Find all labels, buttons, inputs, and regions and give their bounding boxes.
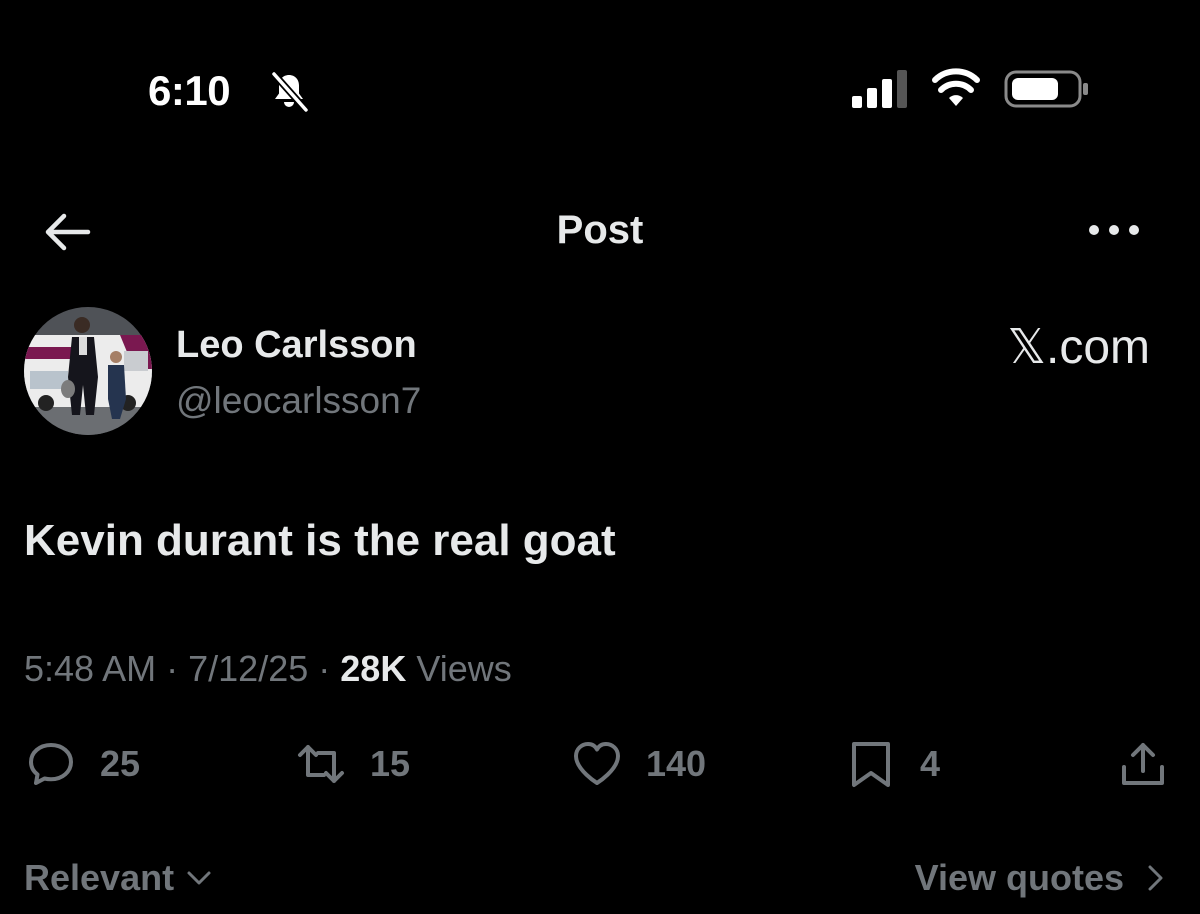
repost-count: 15 bbox=[370, 743, 411, 784]
arrow-left-icon[interactable] bbox=[40, 208, 92, 256]
views-label[interactable]: Views bbox=[416, 648, 511, 689]
share-button[interactable] bbox=[1118, 734, 1168, 794]
post-date: 7/12/25 bbox=[188, 648, 309, 689]
more-horizontal-icon[interactable] bbox=[1086, 220, 1142, 240]
reply-count: 25 bbox=[100, 743, 141, 784]
heart-icon bbox=[574, 742, 620, 785]
post-text: Kevin durant is the real goat bbox=[24, 516, 616, 565]
meta-separator: · bbox=[166, 648, 179, 689]
x-com-watermark: 𝕏.com bbox=[1007, 321, 1150, 374]
view-quotes-link[interactable]: View quotes bbox=[880, 854, 1170, 902]
cellular-signal-icon bbox=[852, 70, 907, 108]
views-count[interactable]: 28K bbox=[340, 648, 406, 689]
author-handle[interactable]: @leocarlsson7 bbox=[176, 378, 421, 424]
post-time: 5:48 AM bbox=[24, 648, 157, 689]
chevron-right-icon bbox=[1148, 865, 1163, 891]
bookmark-button[interactable]: 4 bbox=[846, 734, 940, 794]
page-title: Post bbox=[556, 208, 644, 252]
sort-label: Relevant bbox=[24, 857, 175, 898]
wifi-icon bbox=[932, 68, 980, 106]
like-button[interactable]: 140 bbox=[572, 734, 706, 794]
meta-separator: · bbox=[318, 648, 331, 689]
bookmark-icon bbox=[852, 742, 890, 787]
like-count: 140 bbox=[646, 743, 707, 784]
chevron-down-icon bbox=[187, 871, 211, 885]
reply-icon bbox=[29, 743, 73, 785]
bell-slash-icon bbox=[271, 71, 309, 112]
repost-button[interactable]: 15 bbox=[296, 734, 410, 794]
share-icon bbox=[1122, 743, 1164, 785]
view-quotes-label: View quotes bbox=[914, 857, 1124, 898]
status-time: 6:10 bbox=[148, 67, 231, 114]
battery-icon bbox=[1004, 70, 1088, 108]
author-name[interactable]: Leo Carlsson bbox=[176, 322, 417, 368]
avatar[interactable] bbox=[24, 307, 152, 435]
bookmark-count: 4 bbox=[920, 743, 941, 784]
reply-button[interactable]: 25 bbox=[26, 734, 140, 794]
repost-icon bbox=[298, 745, 344, 783]
post-meta: 5:48 AM · 7/12/25 · 28K Views bbox=[24, 644, 512, 694]
sort-dropdown[interactable]: Relevant bbox=[24, 854, 214, 902]
